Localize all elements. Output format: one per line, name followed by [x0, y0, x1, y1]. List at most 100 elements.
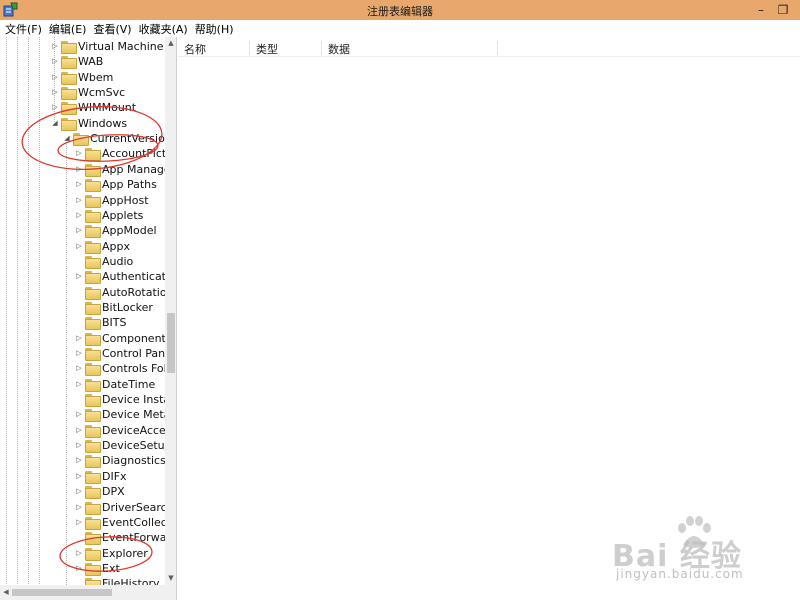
- expand-arrow-icon[interactable]: ▷: [50, 39, 60, 54]
- expand-arrow-icon[interactable]: ▷: [74, 331, 84, 346]
- tree-node-label[interactable]: Audio: [102, 255, 133, 268]
- tree-node[interactable]: ▷ DateTime: [74, 377, 155, 392]
- expand-arrow-icon[interactable]: ▷: [74, 346, 84, 361]
- tree-node-label[interactable]: Diagnostics: [102, 454, 166, 467]
- expand-arrow-icon[interactable]: ▷: [74, 208, 84, 223]
- expand-arrow-icon[interactable]: ▷: [74, 177, 84, 192]
- tree-node[interactable]: ▷ App Paths: [74, 177, 157, 193]
- expand-arrow-icon[interactable]: ▷: [50, 85, 60, 100]
- column-name[interactable]: 名称: [178, 41, 250, 56]
- tree-node-label[interactable]: AutoRotation: [102, 286, 174, 299]
- tree-node-label[interactable]: DeviceSetup: [102, 439, 172, 452]
- tree-node[interactable]: ▷Device Metadata: [74, 407, 176, 423]
- tree-node-label[interactable]: BitLocker: [102, 301, 153, 314]
- scroll-thumb[interactable]: [167, 313, 175, 373]
- menu-view[interactable]: 查看(V): [91, 21, 136, 37]
- tree-node[interactable]: ▷ Applets: [74, 208, 143, 223]
- expand-arrow-icon[interactable]: ▷: [74, 239, 84, 254]
- tree-node[interactable]: ▷ AppModel: [74, 223, 157, 239]
- expand-arrow-icon[interactable]: ▷: [50, 100, 60, 115]
- expand-arrow-icon[interactable]: ▷: [74, 146, 84, 161]
- tree-node-label[interactable]: DIFx: [102, 470, 127, 483]
- collapse-arrow-icon[interactable]: ◢: [50, 116, 60, 131]
- column-type[interactable]: 类型: [250, 41, 322, 56]
- tree-node[interactable]: ▷ DeviceAccess: [74, 423, 176, 438]
- registry-tree-pane[interactable]: ▷ Virtual Machine ▷ WAB ▷ Wbem ▷ WcmSvc ▷ WIMMoun…: [0, 37, 177, 600]
- tree-vertical-scrollbar[interactable]: ▲ ▼: [165, 37, 176, 585]
- scroll-left-arrow-icon[interactable]: ◀: [0, 585, 12, 600]
- tree-node[interactable]: ▷ WIMMount: [50, 100, 136, 116]
- tree-node[interactable]: ▷ Ext: [74, 561, 120, 576]
- tree-node-label[interactable]: AppModel: [102, 224, 157, 237]
- tree-node-label[interactable]: WAB: [78, 55, 103, 68]
- tree-node[interactable]: BitLocker: [74, 300, 153, 315]
- tree-node[interactable]: ▷ DPX: [74, 484, 125, 500]
- tree-node-label[interactable]: Wbem: [78, 71, 113, 84]
- tree-node-label[interactable]: Appx: [102, 240, 130, 253]
- expand-arrow-icon[interactable]: ▷: [74, 423, 84, 438]
- menu-favorites[interactable]: 收藏夹(A): [137, 21, 193, 37]
- expand-arrow-icon[interactable]: ▷: [74, 162, 84, 177]
- tree-node-label[interactable]: Control Panel: [102, 347, 175, 360]
- hscroll-thumb[interactable]: [12, 589, 112, 596]
- tree-node[interactable]: ▷DriverSearching: [74, 500, 176, 515]
- tree-node-label[interactable]: WcmSvc: [78, 86, 125, 99]
- tree-node[interactable]: ◢ Windows: [50, 116, 127, 131]
- restore-button[interactable]: ❐: [772, 1, 794, 19]
- tree-node[interactable]: AutoRotation: [74, 285, 174, 300]
- tree-node-label[interactable]: Ext: [102, 562, 120, 575]
- collapse-arrow-icon[interactable]: ◢: [62, 131, 72, 146]
- tree-node[interactable]: BITS: [74, 315, 127, 331]
- expand-arrow-icon[interactable]: ▷: [74, 269, 84, 284]
- tree-node[interactable]: ▷ Explorer: [74, 546, 148, 561]
- tree-node[interactable]: ▷ EventCollector: [74, 515, 176, 530]
- expand-arrow-icon[interactable]: ▷: [74, 469, 84, 484]
- scroll-up-arrow-icon[interactable]: ▲: [165, 37, 176, 49]
- tree-node[interactable]: Audio: [74, 254, 133, 269]
- tree-node[interactable]: ▷App Management: [74, 162, 176, 177]
- menu-edit[interactable]: 编辑(E): [47, 21, 92, 37]
- tree-node-label[interactable]: App Paths: [102, 178, 157, 191]
- tree-node[interactable]: Device Installer: [74, 392, 176, 408]
- tree-node-label[interactable]: Applets: [102, 209, 143, 222]
- tree-node[interactable]: ▷ AppHost: [74, 193, 149, 208]
- tree-node[interactable]: ▷ WcmSvc: [50, 85, 125, 101]
- tree-node[interactable]: ▷ Controls Folder: [74, 361, 176, 377]
- expand-arrow-icon[interactable]: ▷: [74, 484, 84, 499]
- expand-arrow-icon[interactable]: ▷: [74, 500, 84, 515]
- tree-node-label[interactable]: WIMMount: [78, 101, 136, 114]
- tree-node-label[interactable]: DPX: [102, 485, 125, 498]
- menu-file[interactable]: 文件(F): [3, 21, 47, 37]
- tree-node[interactable]: ▷ Appx: [74, 239, 130, 254]
- tree-node[interactable]: ▷ AccountPicture: [74, 146, 176, 162]
- expand-arrow-icon[interactable]: ▷: [74, 546, 84, 561]
- tree-node[interactable]: ▷ Diagnostics: [74, 453, 166, 469]
- tree-node-label[interactable]: Virtual Machine: [78, 40, 164, 53]
- expand-arrow-icon[interactable]: ▷: [74, 561, 84, 576]
- tree-node-label[interactable]: BITS: [102, 316, 127, 329]
- tree-node-label[interactable]: DateTime: [102, 378, 155, 391]
- tree-node-label[interactable]: Explorer: [102, 547, 148, 560]
- tree-node[interactable]: ▷ Control Panel: [74, 346, 175, 361]
- tree-node[interactable]: ▷ DIFx: [74, 469, 127, 484]
- tree-horizontal-scrollbar[interactable]: ◀: [0, 585, 176, 600]
- expand-arrow-icon[interactable]: ▷: [74, 407, 84, 422]
- expand-arrow-icon[interactable]: ▷: [74, 453, 84, 468]
- tree-node-label[interactable]: AppHost: [102, 194, 149, 207]
- tree-node[interactable]: ▷ Wbem: [50, 70, 113, 85]
- expand-arrow-icon[interactable]: ▷: [50, 70, 60, 85]
- tree-node-label[interactable]: Windows: [78, 117, 127, 130]
- expand-arrow-icon[interactable]: ▷: [74, 193, 84, 208]
- tree-node[interactable]: ▷Component Based S: [74, 331, 176, 346]
- menu-help[interactable]: 帮助(H): [193, 21, 239, 37]
- expand-arrow-icon[interactable]: ▷: [74, 361, 84, 376]
- tree-node-label[interactable]: CurrentVersion: [90, 132, 172, 145]
- expand-arrow-icon[interactable]: ▷: [74, 223, 84, 238]
- minimize-button[interactable]: –: [750, 1, 772, 19]
- column-data[interactable]: 数据: [322, 41, 498, 56]
- tree-node[interactable]: ▷ WAB: [50, 54, 103, 70]
- tree-node[interactable]: ▷ Virtual Machine: [50, 39, 164, 54]
- tree-node[interactable]: ▷ DeviceSetup: [74, 438, 172, 454]
- tree-node[interactable]: ◢ CurrentVersion: [62, 131, 172, 147]
- scroll-down-arrow-icon[interactable]: ▼: [165, 572, 176, 584]
